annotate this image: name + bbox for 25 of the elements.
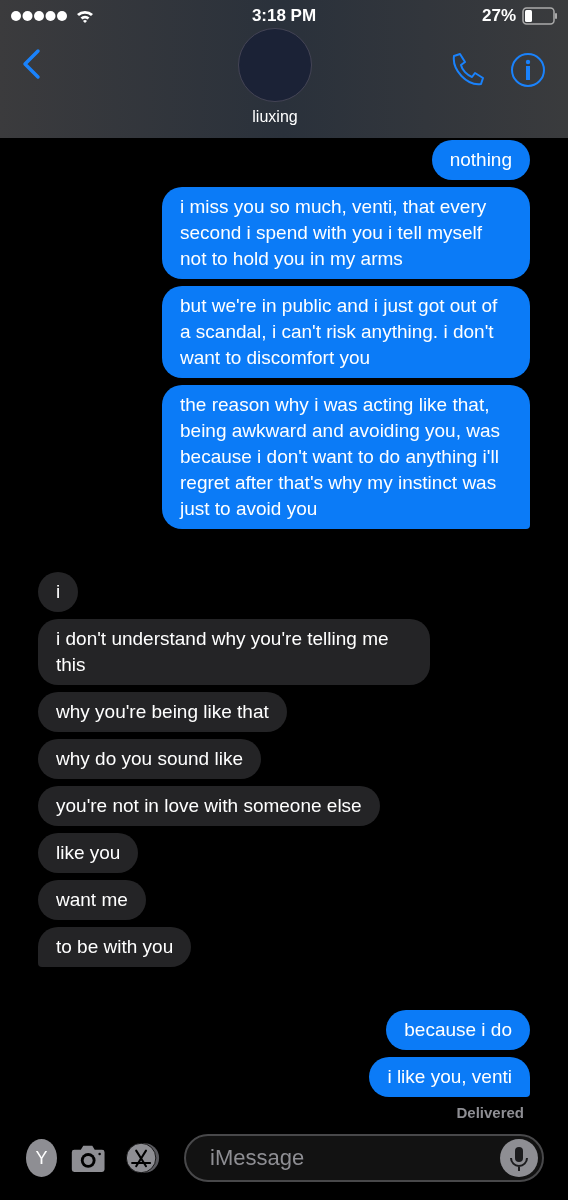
received-message: i <box>38 572 79 612</box>
received-message: like you <box>38 833 139 873</box>
sent-message: the reason why i was acting like that, being awkward and avoiding you, was because i don't want to do anything i'll regret after that's why my instinct was just to avoid you <box>162 385 530 529</box>
battery-percent: 27% <box>481 6 516 26</box>
status-time: 3:18 PM <box>251 6 317 26</box>
sent-message: nothing <box>431 140 530 180</box>
received-message: why you're being like that <box>38 692 287 732</box>
delivery-status: Delivered <box>456 1104 524 1121</box>
received-message: i don't understand why you're telling me this <box>38 619 430 685</box>
received-message: you're not in love with someone else <box>38 786 380 826</box>
received-message: why do you sound like <box>38 739 261 779</box>
info-icon[interactable] <box>510 52 546 88</box>
battery-icon <box>522 7 558 25</box>
received-message: to be with you <box>38 927 192 967</box>
signal-icon <box>10 10 70 22</box>
wifi-icon <box>76 9 94 23</box>
sent-message: but we're in public and i just got out of a scandal, i can't risk anything. i don't want to discomfort you <box>162 286 530 378</box>
sent-message: i like you, venti <box>369 1057 530 1097</box>
sent-message: i miss you so much, venti, that every second i spend with you i tell myself not to hold you in my arms <box>162 187 530 279</box>
received-message: want me <box>38 880 146 920</box>
contact-name[interactable]: liuxing <box>252 108 298 126</box>
sent-message: because i do <box>386 1010 530 1050</box>
message-input-field[interactable]: iMessage <box>184 1134 544 1182</box>
message-input[interactable]: iMessage <box>208 1144 500 1172</box>
microphone-icon[interactable] <box>500 1139 538 1177</box>
